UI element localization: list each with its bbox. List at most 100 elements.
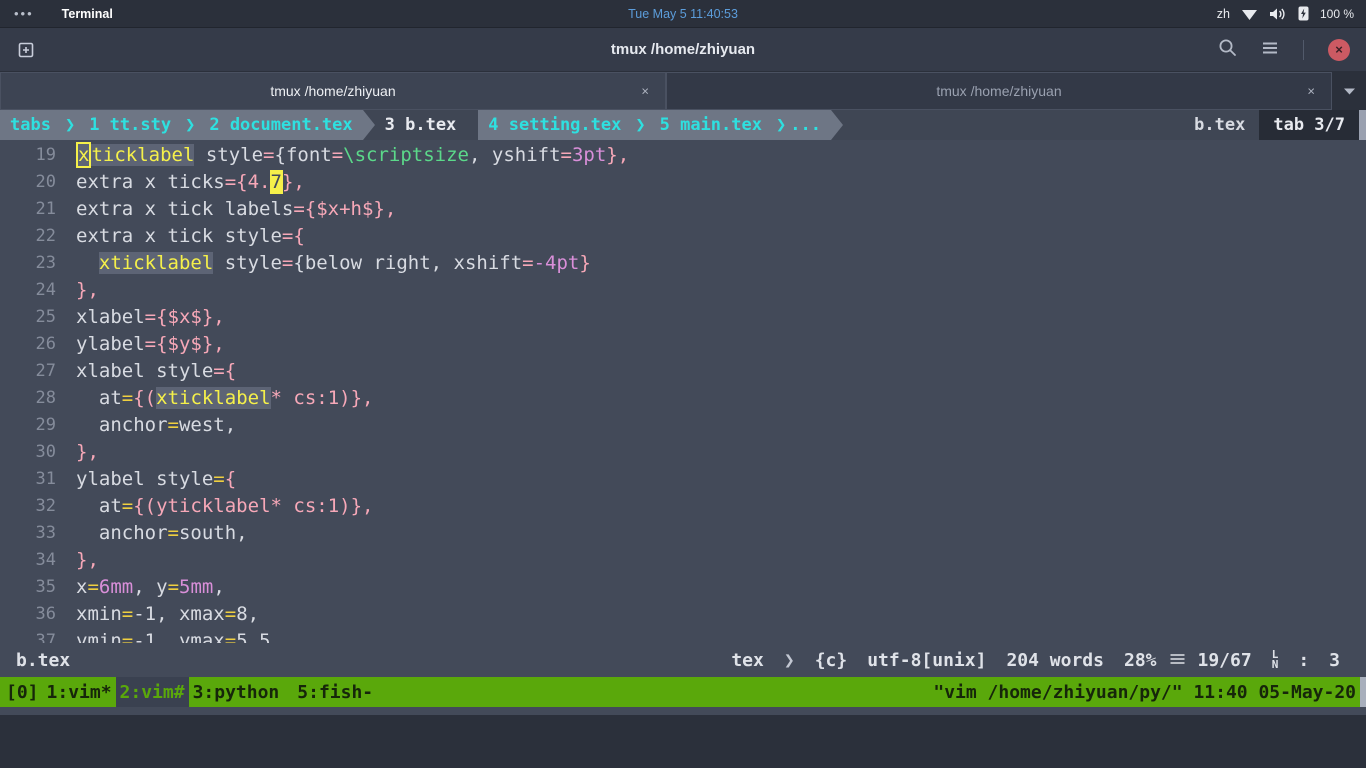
line-content: ylabel style={ — [56, 466, 236, 493]
tok: 3pt — [571, 144, 607, 166]
code-line: 21 extra x tick labels={$x+h$}, — [0, 196, 1366, 223]
line-number: 26 — [35, 334, 56, 354]
terminal-tab-2[interactable]: tmux /home/zhiyuan × — [666, 72, 1332, 110]
tok: xlabel style — [76, 360, 214, 382]
tok: \scriptsize — [343, 144, 469, 166]
tabline-endcap — [1359, 110, 1366, 140]
vim-tabline: tabs ❯ 1 tt.sty ❯ 2 document.tex 3 b.tex… — [0, 110, 1366, 140]
tok: }, — [281, 171, 305, 193]
close-icon[interactable]: × — [1328, 38, 1350, 61]
tabline-item-1[interactable]: 1 tt.sty — [79, 110, 182, 140]
activities-dots-icon[interactable]: ••• — [14, 7, 34, 20]
tok: {below right, xshift — [293, 252, 523, 274]
statusline-colon: : — [1298, 649, 1310, 671]
statusline-encoding: utf-8[unix] — [867, 649, 987, 671]
tok: south, — [178, 522, 248, 544]
terminal-tab-1[interactable]: tmux /home/zhiyuan × — [0, 72, 666, 110]
tok: ymin — [76, 630, 122, 643]
statusline-percent: 28% — [1123, 649, 1157, 671]
chevron-down-icon[interactable] — [1332, 72, 1366, 110]
statusline-position: 19/67 — [1197, 649, 1252, 671]
tok: 8, — [236, 603, 260, 625]
powerline-triangle — [362, 110, 375, 140]
line-number: 31 — [35, 469, 56, 489]
tok: 5.5, — [236, 630, 282, 643]
statusline-separator: ❯ — [783, 649, 795, 671]
statusline-column: 3 — [1329, 649, 1340, 671]
tabline-prefix: tabs — [0, 110, 61, 140]
tok: { — [224, 360, 237, 382]
tok: } — [579, 252, 591, 274]
tok: = — [522, 252, 534, 274]
line-content: }, — [76, 441, 99, 463]
tabline-separator: ❯ — [631, 110, 650, 140]
code-line: 20 extra x ticks={4.7}, — [0, 169, 1366, 196]
battery-icon[interactable] — [1298, 6, 1309, 21]
wifi-icon[interactable] — [1241, 7, 1258, 21]
tok: {$x$}, — [156, 306, 225, 328]
tok: = — [121, 495, 134, 517]
tok: }, — [606, 144, 630, 166]
tok: {$y$}, — [156, 333, 225, 355]
close-icon[interactable]: × — [1307, 84, 1315, 99]
tok: { — [224, 468, 237, 490]
line-number: 22 — [35, 226, 56, 246]
window-title: tmux /home/zhiyuan — [610, 41, 756, 58]
tok: = — [560, 144, 572, 166]
tmux-window-1[interactable]: 1:vim* — [43, 677, 116, 707]
tok: = — [121, 630, 134, 643]
tok: style — [213, 252, 282, 274]
code-line: 33 anchor=south, — [0, 520, 1366, 547]
code-line: 30 }, — [0, 439, 1366, 466]
battery-percentage[interactable]: 100 % — [1320, 7, 1354, 21]
code-line: 24 }, — [0, 277, 1366, 304]
tok: xlabel — [76, 306, 145, 328]
system-clock[interactable]: Tue May 5 11:40:53 — [628, 7, 738, 21]
tmux-window-5[interactable]: 5:fish- — [283, 677, 377, 707]
tok: = — [213, 360, 225, 382]
tabline-item-4[interactable]: 4 setting.tex — [478, 110, 632, 140]
tok: = — [224, 603, 237, 625]
new-tab-icon[interactable] — [16, 40, 36, 60]
line-number: 19 — [35, 145, 56, 165]
line-number: 28 — [35, 388, 56, 408]
code-line: 35 x=6mm, y=5mm, — [0, 574, 1366, 601]
cursor: 7 — [269, 170, 283, 194]
line-number: 20 — [35, 172, 56, 192]
input-language-indicator[interactable]: zh — [1217, 7, 1230, 21]
terminal-tab-strip: tmux /home/zhiyuan × tmux /home/zhiyuan … — [0, 72, 1366, 110]
tmux-window-2-active[interactable]: 2:vim# — [115, 677, 189, 707]
tmux-window-3[interactable]: 3:python — [189, 677, 284, 707]
tok: = — [167, 576, 180, 598]
code-line: 19 x ticklabel style={font=\scriptsize, y… — [0, 142, 1366, 169]
tok: = — [281, 252, 294, 274]
tabline-item-5[interactable]: 5 main.tex — [649, 110, 772, 140]
line-number: 37 — [35, 631, 56, 643]
powerline-triangle — [830, 110, 843, 140]
line-content: at={(yticklabel* cs:1)}, — [56, 493, 374, 520]
tmux-status-right: "vim /home/zhiyuan/py/" 11:40 05-May-20 — [929, 677, 1366, 707]
close-icon[interactable]: × — [641, 84, 649, 99]
active-app-name[interactable]: Terminal — [62, 7, 113, 21]
volume-icon[interactable] — [1269, 7, 1287, 21]
line-content: extra x tick style={ — [56, 223, 305, 250]
tabline-current-file: b.tex — [1180, 110, 1260, 140]
tok: = — [263, 144, 275, 166]
search-icon[interactable] — [1218, 38, 1237, 61]
tok: 5mm — [179, 576, 214, 598]
tabline-item-3-active[interactable]: 3 b.tex — [374, 110, 467, 140]
statusline-filename: b.tex — [16, 649, 71, 671]
code-line: 23 xticklabel style={below right, xshift… — [0, 250, 1366, 277]
tok: * cs:1)}, — [270, 387, 374, 409]
line-number: 24 — [35, 280, 56, 300]
tok: = — [224, 630, 237, 643]
line-content: anchor=west, — [56, 412, 236, 439]
hamburger-menu-icon[interactable] — [1261, 40, 1279, 60]
line-content: xlabel={$x$}, — [56, 304, 225, 331]
tabline-item-2[interactable]: 2 document.tex — [199, 110, 363, 140]
tok: , yshift — [469, 144, 561, 166]
code-line: 34 }, — [0, 547, 1366, 574]
tok: x — [76, 576, 88, 598]
tok: style — [194, 144, 264, 166]
vim-editor-buffer[interactable]: 19 x ticklabel style={font=\scriptsize, y… — [0, 140, 1366, 643]
